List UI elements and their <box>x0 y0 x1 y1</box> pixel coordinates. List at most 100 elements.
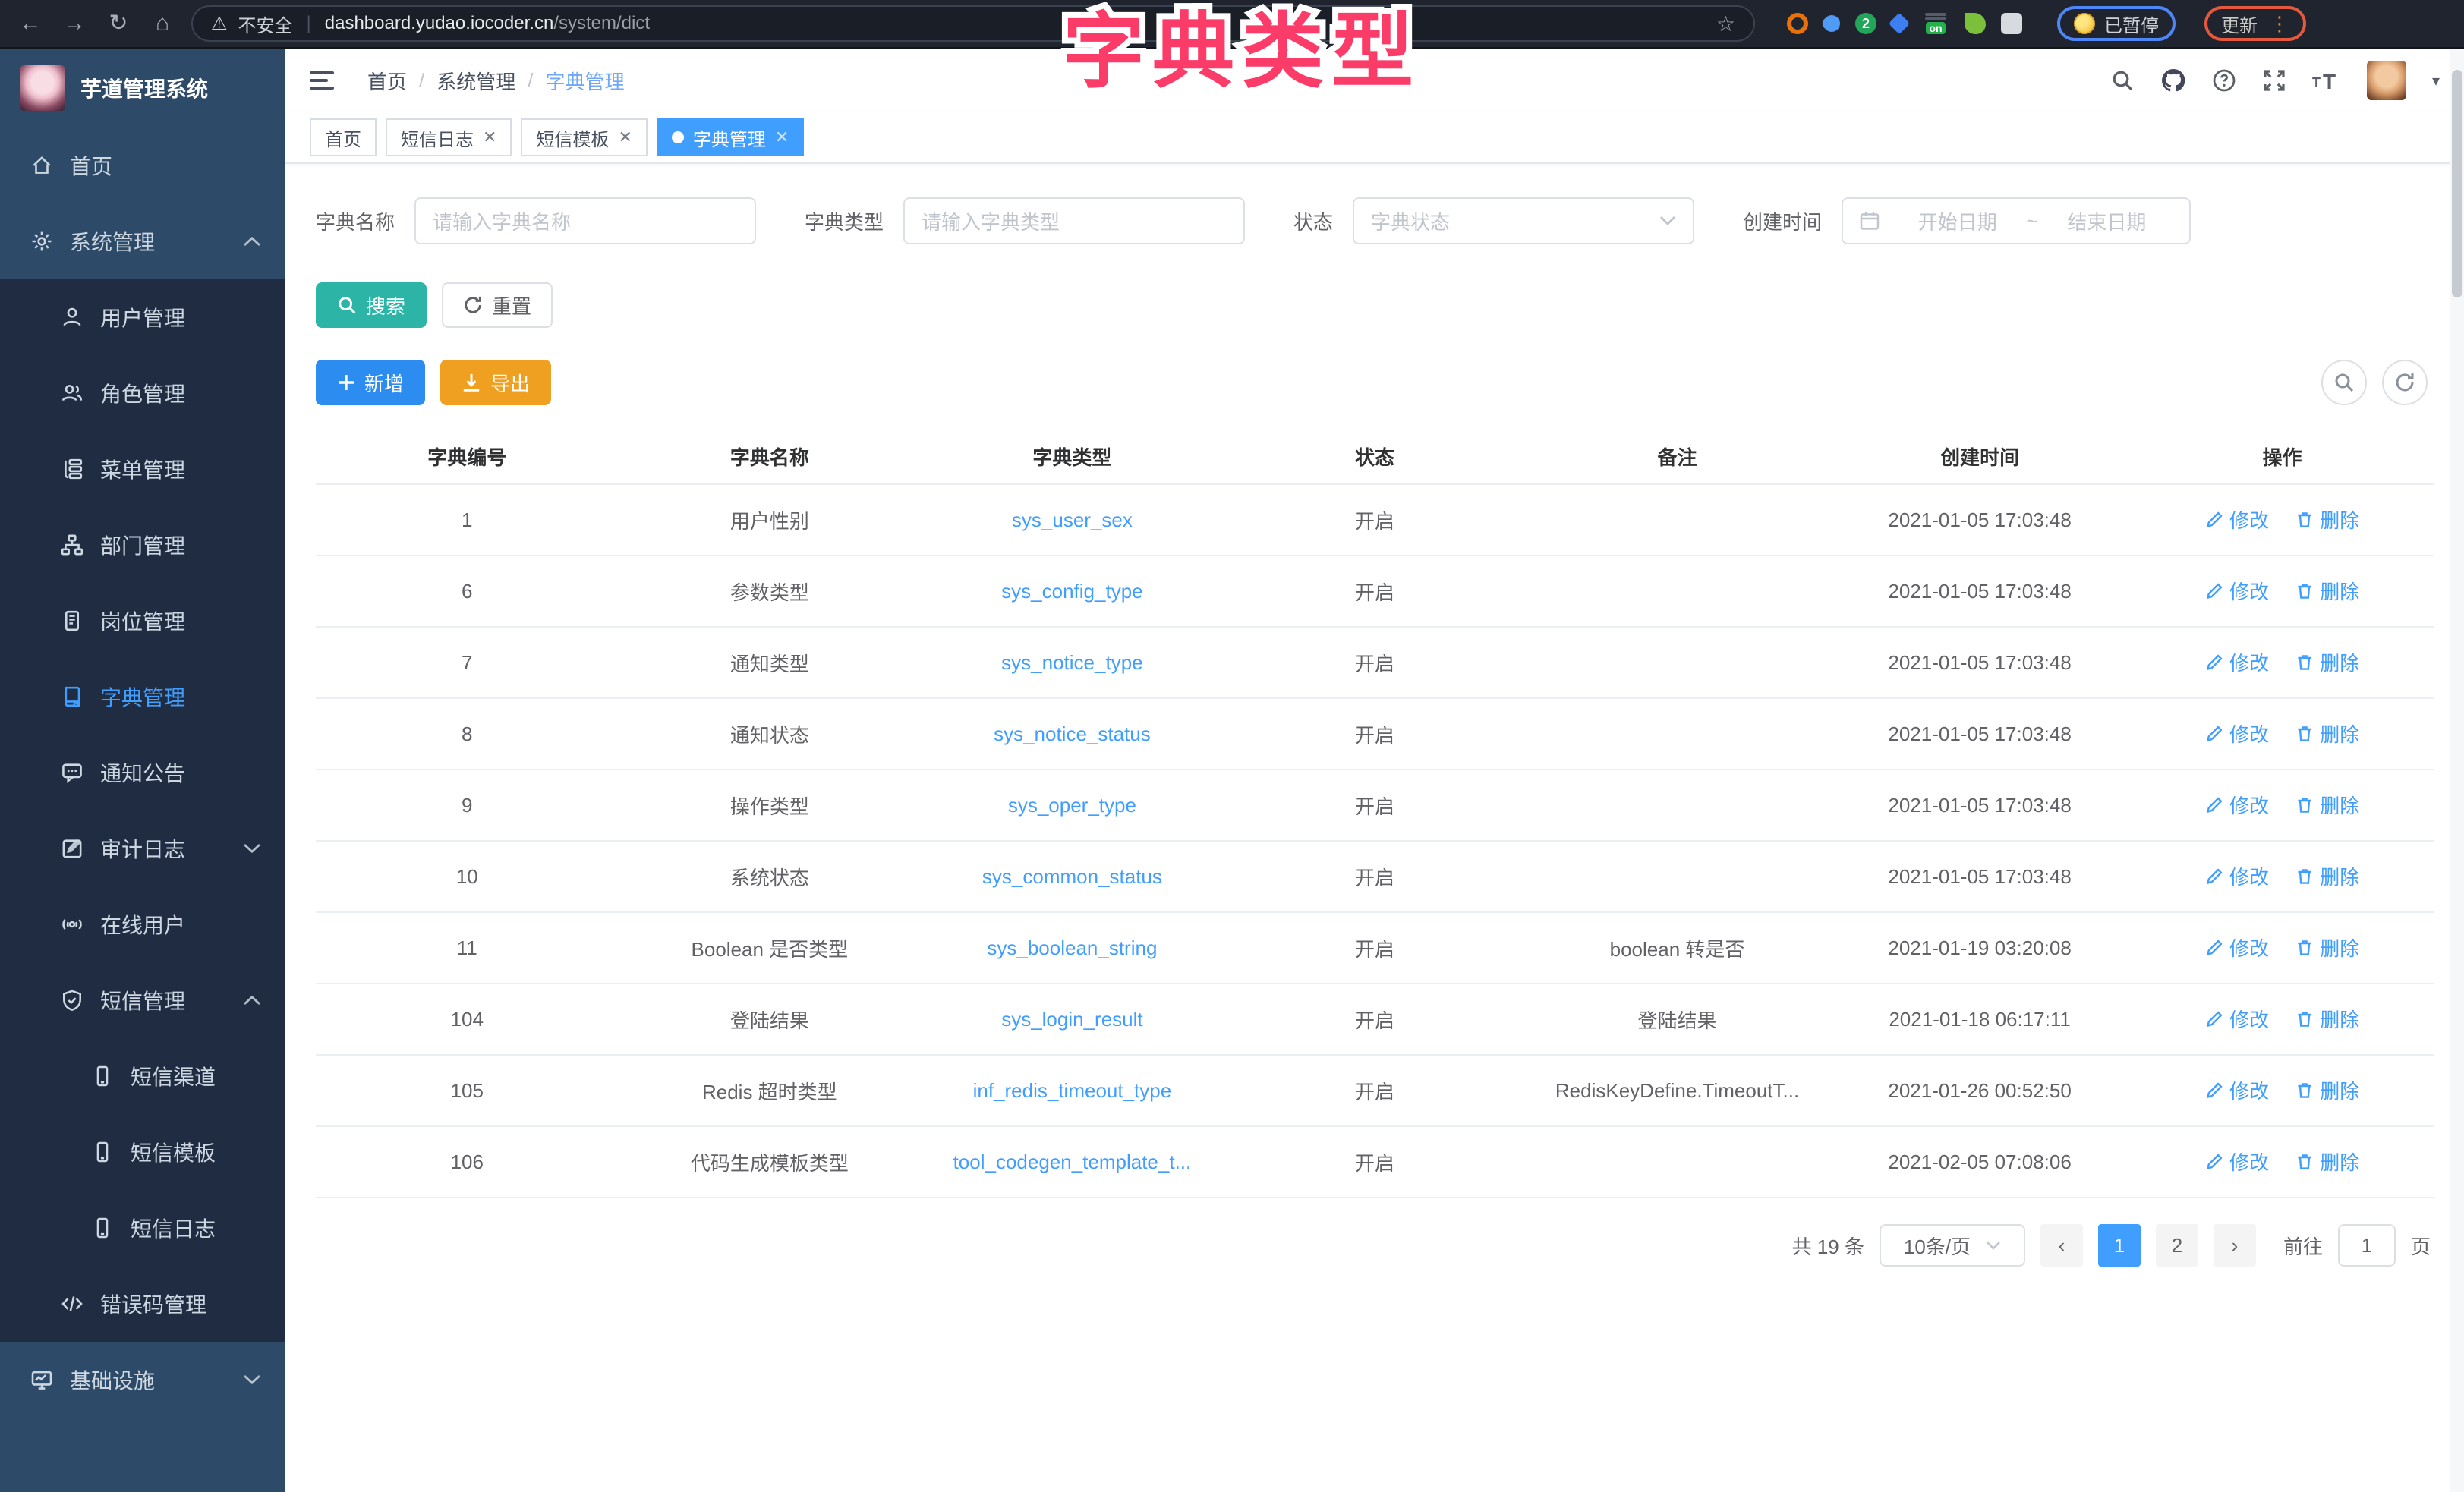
date-range-picker[interactable]: 开始日期 ~ 结束日期 <box>1842 197 2191 244</box>
page-size-select[interactable]: 10条/页 <box>1880 1224 2025 1267</box>
sidebar-item-infrastructure[interactable]: 基础设施 <box>0 1342 285 1418</box>
page-button-2[interactable]: 2 <box>2156 1224 2198 1267</box>
edit-link[interactable]: 修改 <box>2205 791 2269 819</box>
extension-icon[interactable] <box>1965 13 1986 34</box>
sidebar-item-dept-mgmt[interactable]: 部门管理 <box>0 507 285 583</box>
tab-字典管理[interactable]: 字典管理 ✕ <box>657 118 804 156</box>
breadcrumb-item[interactable]: 首页 <box>367 67 407 95</box>
sidebar-item-sms-mgmt[interactable]: 短信管理 <box>0 962 285 1038</box>
delete-link[interactable]: 删除 <box>2295 577 2359 605</box>
browser-menu-kebab-icon[interactable]: ⋮ <box>2270 12 2289 36</box>
hamburger-icon[interactable] <box>310 71 334 90</box>
delete-link[interactable]: 删除 <box>2295 719 2359 748</box>
chevron-down-icon[interactable]: ▾ <box>2432 71 2440 90</box>
security-warning-icon[interactable]: ⚠ <box>211 13 228 35</box>
dict-type-link[interactable]: sys_login_result <box>1001 1008 1142 1031</box>
extension-icon[interactable] <box>1889 13 1910 34</box>
edit-link[interactable]: 修改 <box>2205 933 2269 962</box>
search-icon[interactable] <box>2110 68 2135 93</box>
prev-page-button[interactable]: ‹ <box>2040 1224 2083 1267</box>
dict-type-link[interactable]: sys_oper_type <box>1008 794 1136 817</box>
start-date-input[interactable]: 开始日期 <box>1892 207 2023 235</box>
tab-首页[interactable]: 首页 <box>310 118 377 156</box>
delete-link[interactable]: 删除 <box>2295 1147 2359 1176</box>
github-icon[interactable] <box>2160 68 2186 93</box>
reload-icon[interactable]: ↻ <box>103 12 134 35</box>
tab-短信模板[interactable]: 短信模板 ✕ <box>521 118 647 156</box>
next-page-button[interactable]: › <box>2214 1224 2256 1267</box>
edit-link[interactable]: 修改 <box>2205 1147 2269 1176</box>
table-search-icon[interactable] <box>2321 360 2367 405</box>
sidebar-item-online-users[interactable]: 在线用户 <box>0 886 285 962</box>
sidebar-item-audit-log[interactable]: 审计日志 <box>0 811 285 886</box>
scrollbar-thumb[interactable] <box>2452 70 2462 297</box>
edit-link[interactable]: 修改 <box>2205 719 2269 748</box>
font-size-icon[interactable]: TT <box>2312 69 2341 92</box>
status-select[interactable]: 字典状态 <box>1353 197 1694 244</box>
dict-type-link[interactable]: sys_notice_type <box>1001 651 1142 674</box>
bookmark-star-icon[interactable]: ☆ <box>1716 11 1735 36</box>
help-icon[interactable] <box>2212 68 2236 93</box>
dict-name-input[interactable]: 请输入字典名称 <box>414 197 756 244</box>
tab-短信日志[interactable]: 短信日志 ✕ <box>386 118 512 156</box>
extension-icon[interactable]: on <box>1922 13 1949 34</box>
extensions-puzzle-icon[interactable] <box>2001 13 2022 34</box>
delete-link[interactable]: 删除 <box>2295 791 2359 819</box>
page-button-1[interactable]: 1 <box>2098 1224 2141 1267</box>
forward-icon[interactable]: → <box>59 12 90 35</box>
dict-type-link[interactable]: tool_codegen_template_t... <box>953 1150 1192 1173</box>
fullscreen-icon[interactable] <box>2262 68 2286 93</box>
delete-link[interactable]: 删除 <box>2295 1005 2359 1033</box>
dict-type-input[interactable]: 请输入字典类型 <box>903 197 1245 244</box>
delete-link[interactable]: 删除 <box>2295 862 2359 890</box>
reset-button[interactable]: 重置 <box>442 282 553 328</box>
edit-link[interactable]: 修改 <box>2205 1005 2269 1033</box>
export-button[interactable]: 导出 <box>440 360 551 405</box>
delete-link[interactable]: 删除 <box>2295 505 2359 534</box>
back-icon[interactable]: ← <box>15 12 46 35</box>
dict-type-link[interactable]: sys_user_sex <box>1012 508 1133 531</box>
paused-extension-badge[interactable]: 已暂停 <box>2057 6 2176 41</box>
dict-type-link[interactable]: sys_boolean_string <box>987 936 1157 959</box>
tab-close-icon[interactable]: ✕ <box>775 127 789 147</box>
sidebar-item-system-mgmt[interactable]: 系统管理 <box>0 203 285 279</box>
extension-icon[interactable] <box>1820 11 1843 35</box>
edit-link[interactable]: 修改 <box>2205 648 2269 676</box>
address-bar[interactable]: ⚠ 不安全 | dashboard.yudao.iocoder.cn/syste… <box>191 5 1755 42</box>
end-date-input[interactable]: 结束日期 <box>2041 207 2173 235</box>
sidebar-item-error-code[interactable]: 错误码管理 <box>0 1266 285 1342</box>
tab-close-icon[interactable]: ✕ <box>483 127 496 147</box>
sidebar-item-sms-channel[interactable]: 短信渠道 <box>0 1038 285 1114</box>
sidebar-item-user-mgmt[interactable]: 用户管理 <box>0 279 285 355</box>
sidebar-item-dict-mgmt[interactable]: 字典管理 <box>0 659 285 735</box>
delete-link[interactable]: 删除 <box>2295 933 2359 962</box>
extension-icon[interactable] <box>1787 13 1808 34</box>
logo-row[interactable]: 芋道管理系统 <box>0 49 285 127</box>
sidebar-item-notice[interactable]: 通知公告 <box>0 735 285 811</box>
sidebar-item-home[interactable]: 首页 <box>0 127 285 203</box>
edit-link[interactable]: 修改 <box>2205 577 2269 605</box>
url-text[interactable]: dashboard.yudao.iocoder.cn/system/dict <box>325 13 650 34</box>
dict-type-link[interactable]: inf_redis_timeout_type <box>973 1079 1172 1102</box>
edit-link[interactable]: 修改 <box>2205 1076 2269 1104</box>
dict-type-link[interactable]: sys_common_status <box>982 865 1162 888</box>
sidebar-item-menu-mgmt[interactable]: 菜单管理 <box>0 431 285 507</box>
goto-page-input[interactable]: 1 <box>2338 1224 2396 1267</box>
security-warning-label[interactable]: 不安全 <box>238 11 293 37</box>
table-refresh-icon[interactable] <box>2382 360 2428 405</box>
edit-link[interactable]: 修改 <box>2205 505 2269 534</box>
add-button[interactable]: 新增 <box>316 360 425 405</box>
dict-type-link[interactable]: sys_config_type <box>1001 580 1142 603</box>
home-nav-icon[interactable]: ⌂ <box>147 12 178 35</box>
extension-icon[interactable]: 2 <box>1855 13 1876 34</box>
delete-link[interactable]: 删除 <box>2295 1076 2359 1104</box>
sidebar-item-role-mgmt[interactable]: 角色管理 <box>0 355 285 431</box>
breadcrumb-item[interactable]: 系统管理 <box>436 67 515 95</box>
sidebar-item-sms-template[interactable]: 短信模板 <box>0 1114 285 1190</box>
sidebar-item-post-mgmt[interactable]: 岗位管理 <box>0 583 285 659</box>
delete-link[interactable]: 删除 <box>2295 648 2359 676</box>
sidebar-item-sms-log[interactable]: 短信日志 <box>0 1190 285 1266</box>
search-button[interactable]: 搜索 <box>316 282 427 328</box>
dict-type-link[interactable]: sys_notice_status <box>994 722 1151 745</box>
browser-update-button[interactable]: 更新 ⋮ <box>2204 6 2306 41</box>
